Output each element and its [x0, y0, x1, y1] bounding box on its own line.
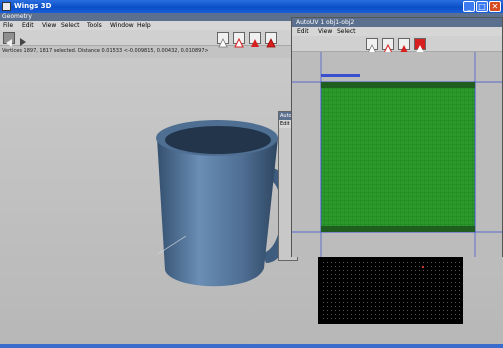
menu-edit[interactable]: Edit — [22, 21, 34, 30]
uv-menu-edit[interactable]: Edit — [297, 27, 309, 36]
window-titlebar: Wings 3D _ □ ✕ — [0, 0, 503, 13]
edge-mode-icon[interactable] — [233, 32, 245, 48]
uv-edge-mode-icon[interactable] — [382, 38, 394, 54]
uv-menu-view[interactable]: View — [318, 27, 332, 36]
uv-face-mode-icon[interactable] — [398, 38, 410, 53]
autouv-title: AutoUV 1 obj1-obj2 — [292, 18, 502, 27]
window-title: Wings 3D — [14, 2, 52, 10]
menu-help[interactable]: Help — [137, 21, 151, 30]
body-mode-icon[interactable] — [265, 32, 277, 48]
uv-vertex-mode-icon[interactable] — [366, 38, 378, 54]
maximize-button[interactable]: □ — [476, 1, 488, 12]
forward-arrow-icon[interactable] — [18, 32, 30, 46]
face-mode-icon[interactable] — [249, 32, 261, 47]
autouv-window: AutoUV 1 obj1-obj2 Edit View Select — [291, 17, 503, 257]
texture-grid — [320, 261, 461, 321]
vertex-mode-icon[interactable] — [217, 32, 229, 48]
back-arrow-icon[interactable] — [3, 32, 15, 47]
autouv-menubar: Edit View Select — [292, 27, 502, 36]
menu-window[interactable]: Window — [110, 21, 134, 30]
uv-menu-select[interactable]: Select — [337, 27, 356, 36]
uv-canvas[interactable] — [292, 52, 502, 257]
menu-view[interactable]: View — [42, 21, 56, 30]
wings-logo-icon — [2, 2, 11, 11]
texture-preview — [318, 257, 463, 324]
uv-body-mode-icon[interactable] — [414, 38, 426, 53]
menu-select[interactable]: Select — [61, 21, 80, 30]
close-button[interactable]: ✕ — [489, 1, 501, 12]
menu-file[interactable]: File — [3, 21, 13, 30]
menu-tools[interactable]: Tools — [87, 21, 102, 30]
autouv-toolbar — [292, 36, 502, 54]
taskbar-strip — [0, 344, 503, 348]
uv-map — [292, 52, 502, 257]
status-text: Vertices 1897, 1817 selected. Distance 0… — [2, 48, 209, 54]
minimize-button[interactable]: _ — [463, 1, 475, 12]
